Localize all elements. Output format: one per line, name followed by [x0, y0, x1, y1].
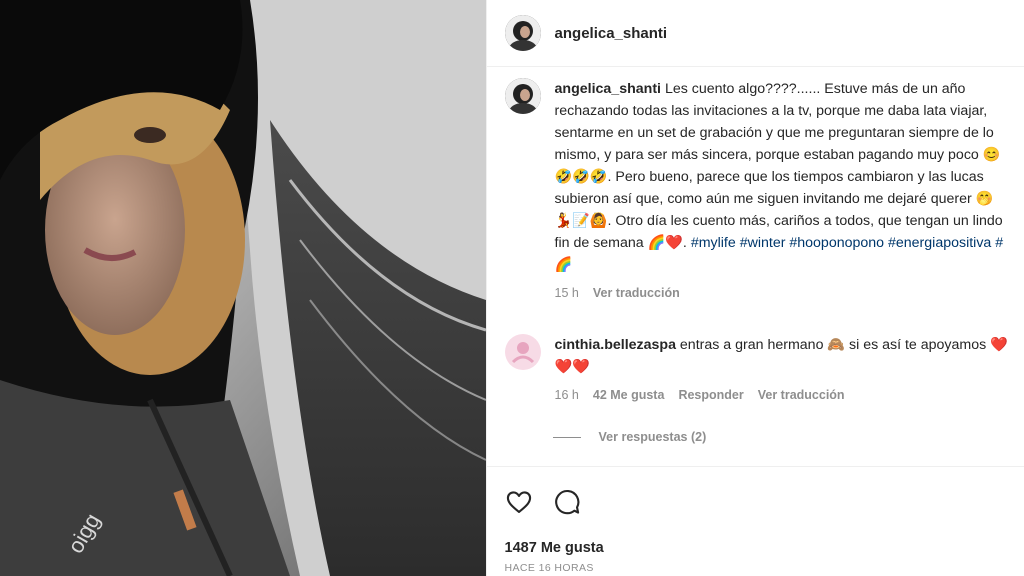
replies-line [552, 436, 581, 438]
comments-list: angelica_shanti Les cuento algo????.....… [504, 78, 1010, 444]
comment-translate-link[interactable]: Ver traducción [758, 384, 845, 406]
post-header: angelica_shanti [486, 0, 1024, 67]
actions-divider [486, 466, 1024, 467]
post-time-ago: HACE 16 HORAS [504, 562, 594, 574]
view-replies-label: Ver respuestas (2) [598, 430, 707, 444]
post-side-panel: angelica_shanti angelica_shanti Les cuen… [485, 0, 1024, 576]
comment-likes[interactable]: 42 Me gusta [593, 384, 665, 406]
avatar-image [504, 334, 541, 370]
caption: angelica_shanti Les cuento algo????.....… [504, 78, 1010, 304]
avatar[interactable] [504, 15, 541, 51]
likes-count[interactable]: 1487 Me gusta [505, 540, 604, 556]
avatar-image [504, 78, 541, 114]
avatar-image [504, 15, 541, 51]
action-bar [505, 488, 581, 516]
caption-translate-link[interactable]: Ver traducción [593, 282, 680, 304]
comment-time[interactable]: 16 h [555, 384, 579, 406]
selfie-image: oigg [0, 0, 486, 576]
heart-icon[interactable] [505, 488, 533, 516]
comment-bubble-icon[interactable] [553, 488, 581, 516]
caption-time[interactable]: 15 h [555, 282, 579, 304]
reply-button[interactable]: Responder [678, 384, 743, 406]
post-photo[interactable]: oigg [0, 0, 486, 576]
comment-avatar[interactable] [504, 334, 541, 370]
caption-avatar[interactable] [504, 78, 541, 114]
instagram-post: oigg angelica_shanti angelica_shanti Les… [0, 0, 1024, 576]
comment-meta: 16 h 42 Me gusta Responder Ver traducció… [555, 384, 1010, 406]
caption-meta: 15 h Ver traducción [555, 282, 1010, 304]
caption-username[interactable]: angelica_shanti [555, 81, 661, 97]
view-replies[interactable]: Ver respuestas (2) [552, 430, 1010, 444]
comment-username[interactable]: cinthia.bellezaspa [555, 337, 676, 353]
header-username[interactable]: angelica_shanti [555, 25, 668, 42]
caption-text: Les cuento algo????...... Estuve más de … [554, 81, 1003, 251]
comment: cinthia.bellezaspa entras a gran hermano… [504, 334, 1010, 406]
